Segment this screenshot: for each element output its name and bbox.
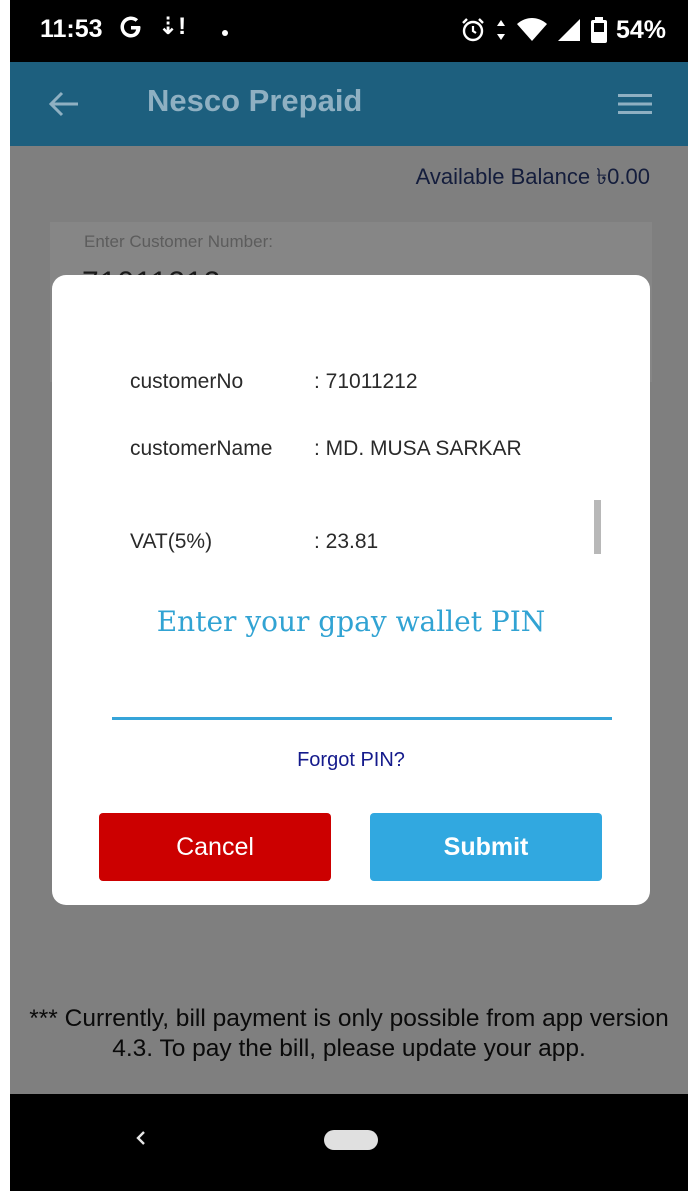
navigation-bar: [10, 1094, 688, 1191]
bill-info-list[interactable]: customerNo : 71011212 customerName : MD.…: [52, 275, 650, 575]
nav-home-pill-icon[interactable]: [324, 1130, 378, 1150]
info-value-customer-name: : MD. MUSA SARKAR: [314, 437, 522, 460]
wifi-icon: [516, 18, 547, 41]
customer-number-label: Enter Customer Number:: [84, 232, 273, 251]
pin-prompt-title: Enter your gpay wallet PIN: [156, 605, 546, 638]
nav-back-icon[interactable]: [130, 1122, 152, 1154]
status-time: 11:53: [40, 15, 103, 43]
available-balance: Available Balance ৳0.00: [415, 164, 650, 189]
info-value-vat: : 23.81: [314, 530, 379, 553]
update-notice: *** Currently, bill payment is only poss…: [29, 1005, 669, 1062]
status-dot: [222, 30, 228, 36]
status-bar: 11:53 ⇣! 54%: [10, 0, 688, 62]
pin-dialog: customerNo : 71011212 customerName : MD.…: [52, 275, 650, 905]
signal-icon: [557, 19, 580, 41]
info-key-customer-no: customerNo: [130, 370, 244, 393]
battery-icon: [590, 17, 607, 43]
battery-percent: 54%: [615, 15, 666, 44]
data-arrows-icon: [496, 20, 505, 40]
google-g-icon: [120, 16, 141, 38]
info-key-customer-name: customerName: [130, 437, 273, 460]
scrollbar-thumb[interactable]: [594, 500, 601, 554]
hamburger-menu-icon[interactable]: [618, 92, 652, 116]
page-title: Nesco Prepaid: [147, 83, 363, 118]
notification-icon: ⇣!: [158, 13, 187, 40]
app-bar: Nesco Prepaid: [10, 62, 688, 146]
submit-button[interactable]: Submit: [370, 813, 602, 881]
arrow-left-icon[interactable]: [44, 84, 84, 124]
info-value-customer-no: : 71011212: [314, 370, 418, 393]
status-right-icons: 54%: [460, 12, 666, 48]
screen: 11:53 ⇣! 54% Nesco Prepaid Available Bal…: [10, 0, 688, 1191]
pin-input[interactable]: [112, 663, 612, 720]
alarm-icon: [462, 18, 484, 42]
forgot-pin-link[interactable]: Forgot PIN?: [52, 749, 650, 772]
info-key-vat: VAT(5%): [130, 530, 213, 553]
cancel-button[interactable]: Cancel: [99, 813, 331, 881]
